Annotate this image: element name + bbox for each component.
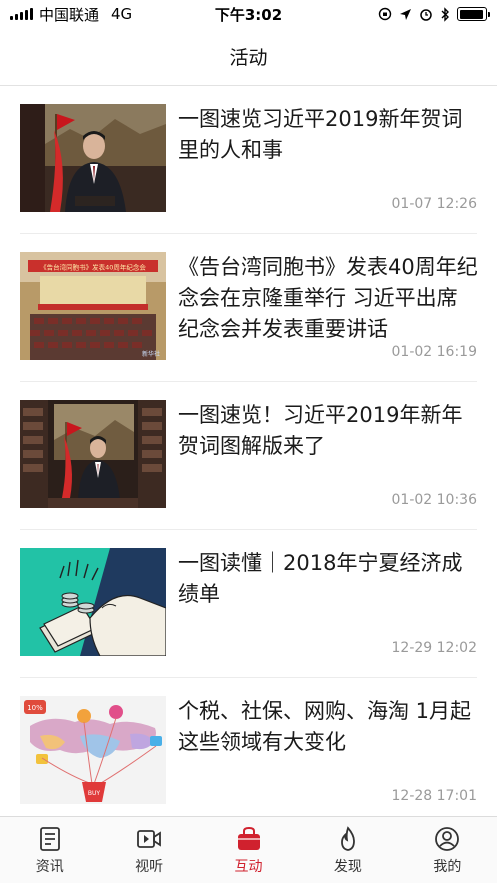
flame-icon	[341, 825, 355, 851]
svg-text:BUY: BUY	[88, 790, 101, 797]
tab-news[interactable]: 资讯	[0, 817, 99, 883]
tab-label: 互动	[234, 858, 263, 875]
article-time: 01-07 12:26	[391, 196, 477, 212]
world-map-shopping-illustration-icon: 10% BUY	[20, 696, 166, 804]
article-time: 12-29 12:02	[391, 640, 477, 656]
meeting-hall-photo-icon: 《告台湾同胞书》发表40周年纪念会 新华社	[20, 252, 166, 360]
article-title[interactable]: 《告台湾同胞书》发表40周年纪念会在京隆重举行 习近平出席纪念会并发表重要讲话	[178, 252, 478, 345]
location-icon	[400, 8, 411, 20]
tab-discover[interactable]: 发现	[298, 817, 397, 883]
orientation-lock-icon	[378, 7, 392, 21]
tab-label: 资讯	[35, 858, 64, 875]
thumb-watermark: 新华社	[142, 350, 160, 358]
article-title[interactable]: 一图速览！习近平2019年新年贺词图解版来了	[178, 400, 478, 462]
bluetooth-icon	[441, 6, 449, 22]
signal-icon	[10, 8, 33, 20]
article-title[interactable]: 一图速览习近平2019新年贺词里的人和事	[178, 104, 478, 166]
article-item[interactable]: 一图速览习近平2019新年贺词里的人和事 01-07 12:26	[20, 86, 477, 234]
article-item[interactable]: 一图速览！习近平2019年新年贺词图解版来了 01-02 10:36	[20, 382, 477, 530]
article-item[interactable]: 一图读懂｜2018年宁夏经济成绩单 12-29 12:02	[20, 530, 477, 678]
tab-profile[interactable]: 我的	[398, 817, 497, 883]
article-title[interactable]: 一图读懂｜2018年宁夏经济成绩单	[178, 548, 478, 610]
thumb-badge-text: 10%	[27, 704, 43, 712]
article-time: 01-02 16:19	[391, 344, 477, 360]
tab-label: 我的	[433, 858, 462, 875]
status-left: 中国联通 4G	[10, 4, 132, 25]
thumb-banner-text: 《告台湾同胞书》发表40周年纪念会	[40, 263, 146, 272]
alarm-icon	[420, 9, 432, 21]
article-thumbnail[interactable]	[20, 400, 166, 508]
user-icon	[435, 826, 460, 851]
tab-bar: 资讯 视听 互动 发现 我的	[0, 816, 497, 883]
article-time: 12-28 17:01	[391, 788, 477, 804]
money-hand-illustration-icon	[20, 548, 166, 656]
article-thumbnail[interactable]: 《告台湾同胞书》发表40周年纪念会 新华社	[20, 252, 166, 360]
article-time: 01-02 10:36	[391, 492, 477, 508]
article-title[interactable]: 个税、社保、网购、海淘 1月起这些领域有大变化	[178, 696, 478, 758]
nav-bar: 活动	[0, 28, 497, 86]
status-bar: 中国联通 4G 下午3:02	[0, 0, 497, 28]
carrier-label: 中国联通	[39, 5, 100, 24]
page-title: 活动	[229, 47, 268, 69]
battery-icon	[457, 7, 490, 21]
speech-photo-icon	[20, 400, 166, 508]
article-item[interactable]: 《告台湾同胞书》发表40周年纪念会 新华社 《告台湾同胞书》发表40周年纪念会在…	[20, 234, 478, 382]
article-list[interactable]: 一图速览习近平2019新年贺词里的人和事 01-07 12:26 《告台湾同胞书…	[0, 86, 497, 816]
status-right	[378, 6, 490, 22]
network-label: 4G	[111, 5, 133, 23]
tab-label: 发现	[333, 858, 362, 875]
tab-label: 视听	[135, 858, 164, 875]
tab-video[interactable]: 视听	[99, 817, 198, 883]
article-thumbnail[interactable]: 10% BUY	[20, 696, 166, 804]
article-thumbnail[interactable]	[20, 548, 166, 656]
article-thumbnail[interactable]	[20, 104, 166, 212]
video-icon	[137, 829, 162, 848]
tab-interact[interactable]: 互动	[199, 817, 298, 883]
news-icon	[39, 826, 60, 851]
speech-photo-icon	[20, 104, 166, 212]
bag-icon	[237, 826, 260, 850]
article-item[interactable]: 10% BUY 个税、社保、网购、海淘 1月起这些领域有大变化 12-28 17…	[20, 678, 477, 816]
